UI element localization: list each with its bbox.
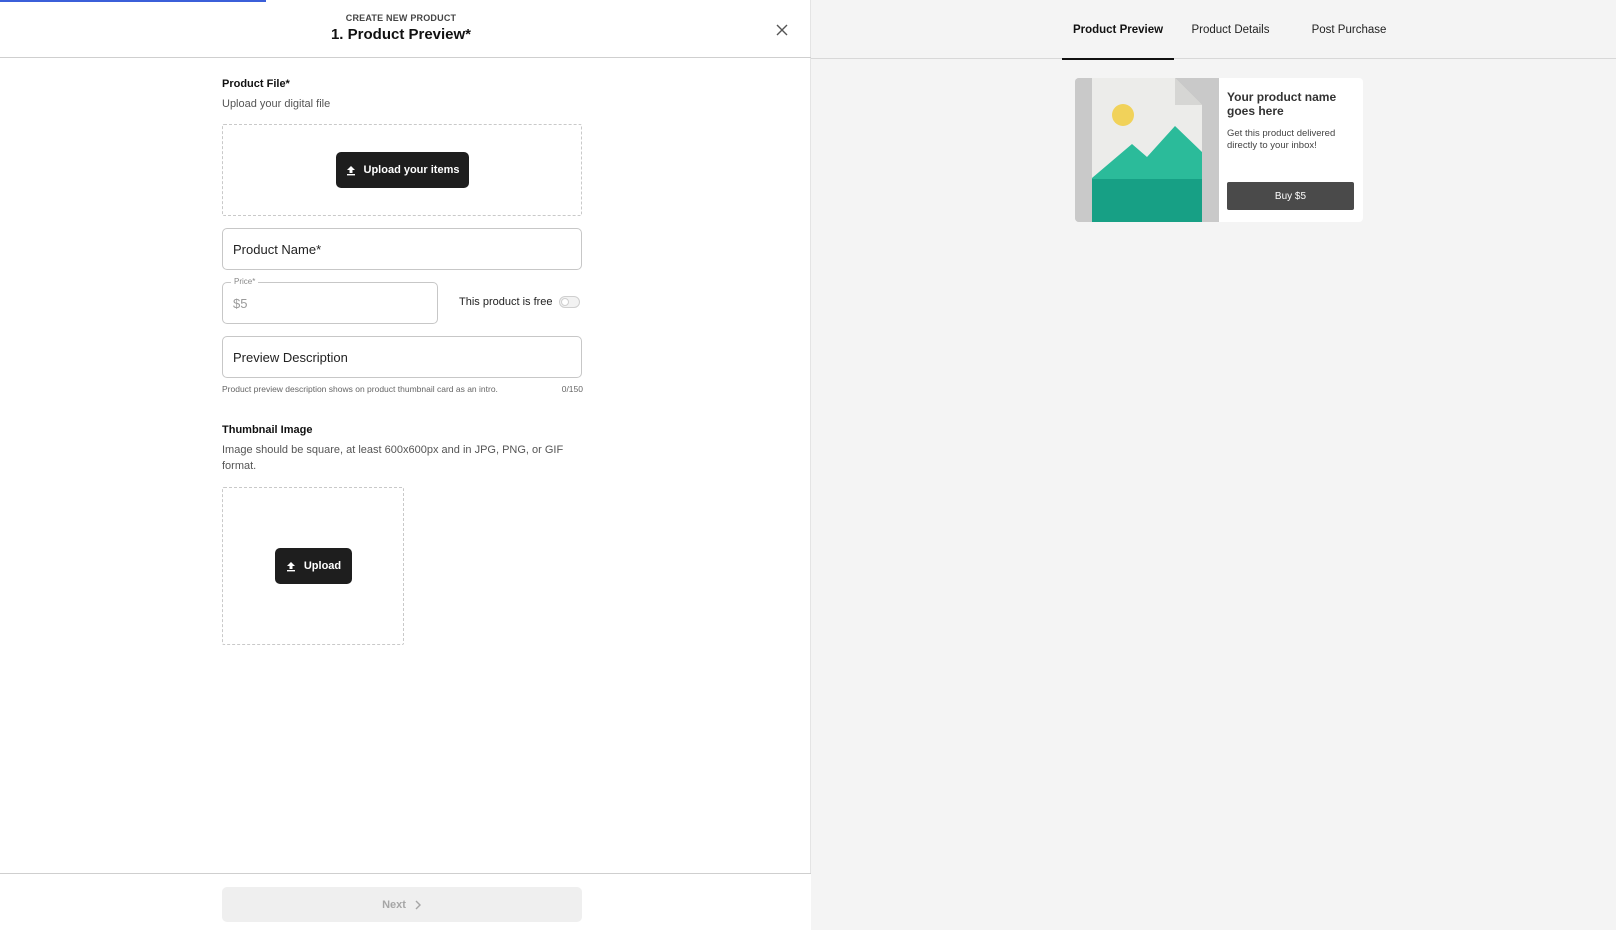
- upload-items-button[interactable]: Upload your items: [336, 152, 469, 188]
- product-file-label: Product File*: [222, 78, 290, 90]
- create-product-panel: CREATE NEW PRODUCT 1. Product Preview* P…: [0, 0, 811, 930]
- price-field[interactable]: Price*: [222, 277, 438, 324]
- next-label: Next: [382, 898, 406, 911]
- preview-description-hint: Product preview description shows on pro…: [222, 384, 498, 394]
- page-title: 1. Product Preview*: [330, 26, 472, 43]
- tab-product-preview[interactable]: Product Preview: [1062, 0, 1174, 60]
- preview-description-field[interactable]: [222, 336, 582, 378]
- product-preview-card: Your product name goes here Get this pro…: [1075, 78, 1363, 222]
- tab-product-details[interactable]: Product Details: [1182, 0, 1279, 59]
- preview-panel: Product Preview Product Details Post Pur…: [811, 0, 1616, 930]
- upload-icon: [286, 561, 295, 571]
- product-file-help: Upload your digital file: [222, 98, 331, 110]
- thumbnail-help: Image should be square, at least 600x600…: [222, 444, 564, 472]
- preview-product-name: Your product name goes here: [1227, 90, 1337, 118]
- preview-description-input[interactable]: [223, 337, 581, 377]
- close-button[interactable]: [772, 20, 792, 40]
- preview-description-hint-row: Product preview description shows on pro…: [222, 384, 583, 394]
- thumbnail-dropzone[interactable]: Upload: [222, 487, 404, 645]
- image-placeholder-icon: [1075, 78, 1219, 222]
- upload-items-label: Upload your items: [363, 164, 460, 176]
- buy-button[interactable]: Buy $5: [1227, 182, 1354, 210]
- chevron-right-icon: [415, 900, 421, 909]
- tab-post-purchase[interactable]: Post Purchase: [1286, 0, 1412, 59]
- toggle-knob: [560, 298, 569, 306]
- panel-header: CREATE NEW PRODUCT 1. Product Preview*: [0, 0, 811, 58]
- thumbnail-label: Thumbnail Image: [222, 424, 313, 436]
- thumbnail-upload-button[interactable]: Upload: [275, 548, 352, 584]
- price-label: Price*: [231, 277, 259, 286]
- free-toggle[interactable]: [558, 296, 580, 308]
- upload-icon: [346, 165, 355, 175]
- product-name-field[interactable]: [222, 228, 582, 270]
- product-thumbnail-placeholder: [1075, 78, 1219, 222]
- character-counter: 0/150: [561, 384, 583, 394]
- preview-product-description: Get this product delivered directly to y…: [1227, 128, 1336, 151]
- close-icon: [776, 24, 788, 36]
- preview-tabs: Product Preview Product Details Post Pur…: [811, 0, 1616, 60]
- product-file-dropzone[interactable]: Upload your items: [222, 124, 582, 216]
- free-toggle-label: This product is free: [459, 296, 553, 308]
- price-input[interactable]: [223, 283, 437, 323]
- header-eyebrow: CREATE NEW PRODUCT: [345, 13, 457, 23]
- free-toggle-row: This product is free: [459, 296, 580, 308]
- next-button[interactable]: Next: [222, 887, 582, 922]
- preview-card-text: Your product name goes here Get this pro…: [1227, 90, 1355, 152]
- product-name-input[interactable]: [223, 229, 581, 269]
- thumbnail-upload-label: Upload: [303, 560, 342, 572]
